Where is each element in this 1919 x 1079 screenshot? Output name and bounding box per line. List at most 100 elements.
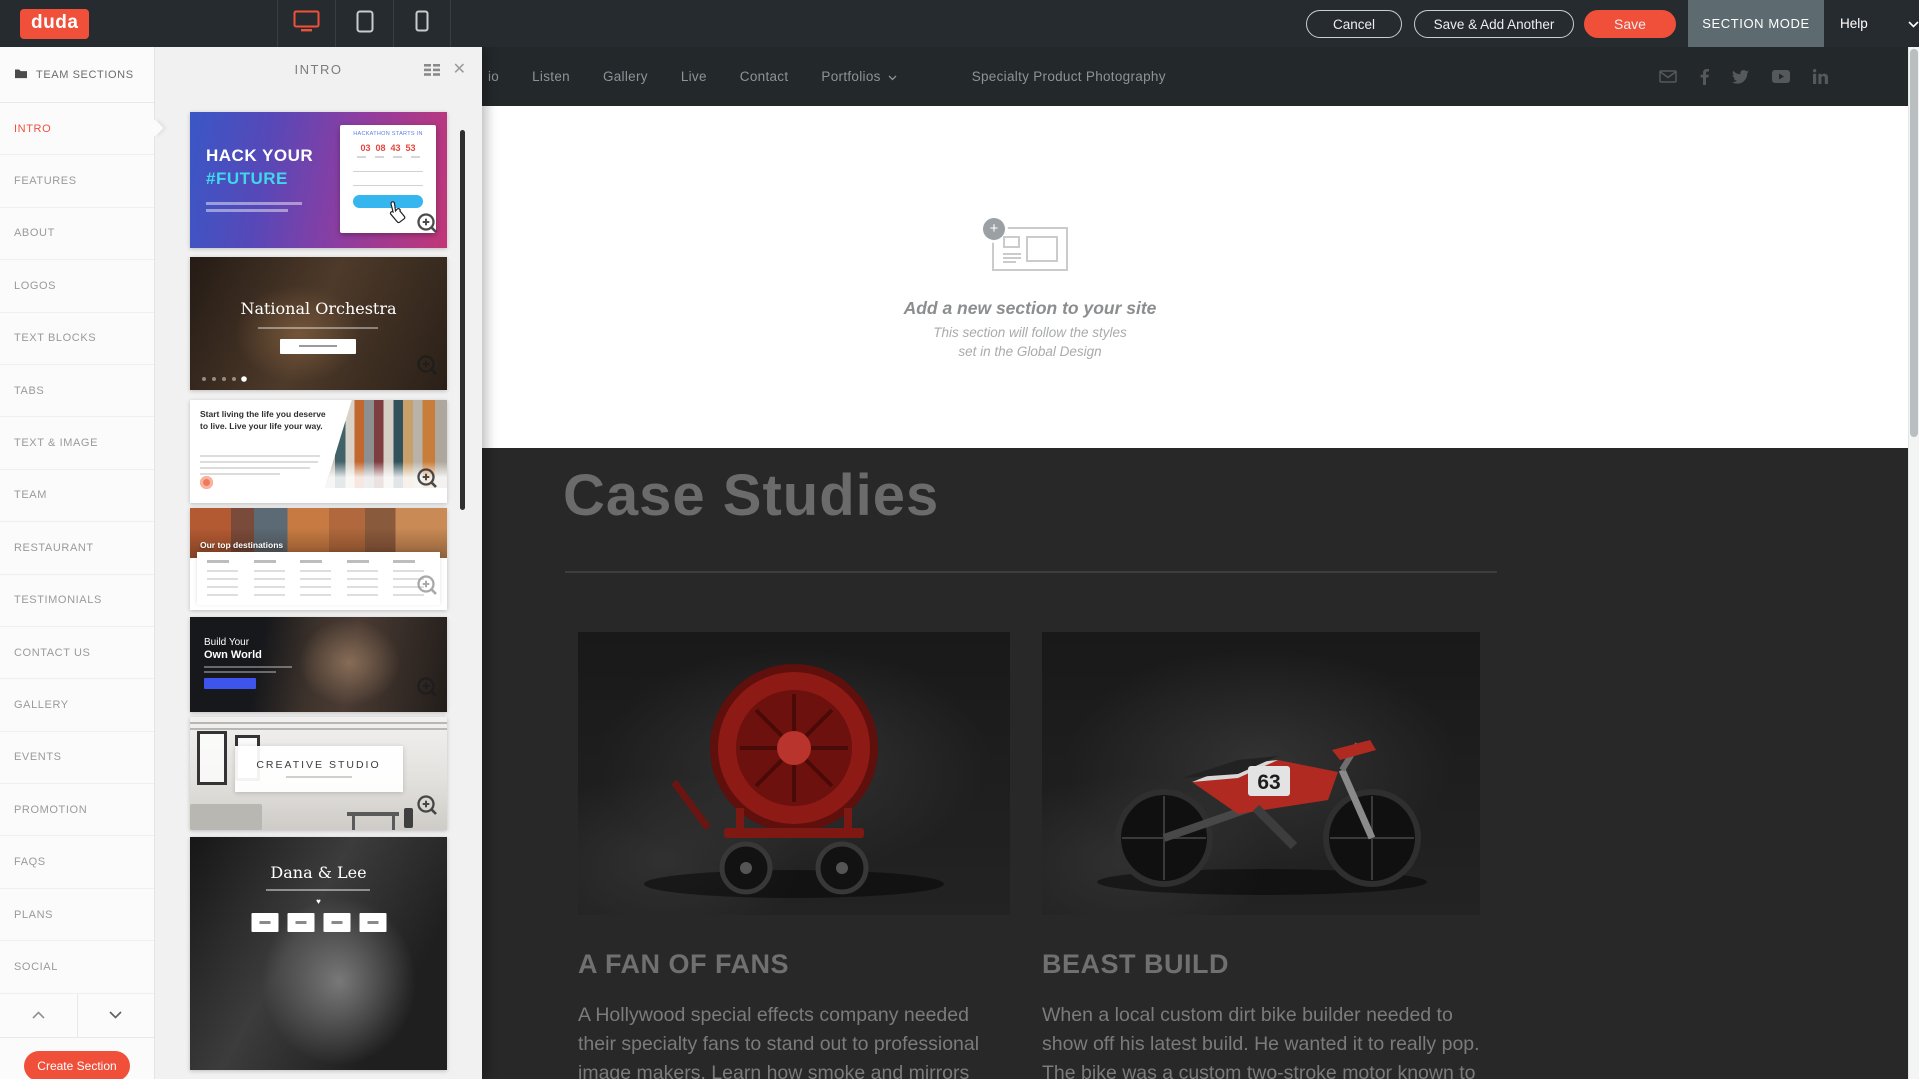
site-nav-item-label: Portfolios <box>821 69 880 84</box>
sidebar-item-features[interactable]: FEATURES <box>0 155 154 207</box>
text-placeholder <box>200 461 318 463</box>
tablet-device-tab[interactable] <box>335 0 393 47</box>
panel-header: INTRO ✕ <box>155 47 482 93</box>
site-nav-bar: io Listen Gallery Live Contact Portfolio… <box>482 47 1908 106</box>
countdown-title: HACKATHON STARTS IN <box>340 131 436 137</box>
device-switcher <box>277 0 451 47</box>
sections-scroll-up-button[interactable] <box>0 994 78 1037</box>
facebook-icon[interactable] <box>1700 69 1709 85</box>
site-nav-item-listen[interactable]: Listen <box>532 69 570 84</box>
twitter-icon[interactable] <box>1732 70 1749 84</box>
decor <box>352 816 355 830</box>
save-add-another-button[interactable]: Save & Add Another <box>1414 10 1574 38</box>
sidebar-item-plans[interactable]: PLANS <box>0 889 154 941</box>
duda-section-editor: duda Cancel Save & Add Another Save SECT… <box>0 0 1919 1079</box>
section-title: Case Studies <box>563 462 939 529</box>
sidebar-item-gallery[interactable]: GALLERY <box>0 679 154 731</box>
template-thumb-national-orchestra[interactable]: National Orchestra <box>190 257 447 390</box>
bike-number: 63 <box>1257 771 1280 794</box>
zoom-preview-icon[interactable] <box>416 574 440 603</box>
site-nav-item-specialty[interactable]: Specialty Product Photography <box>972 69 1166 84</box>
desktop-device-tab[interactable] <box>277 0 335 47</box>
mobile-device-tab[interactable] <box>393 0 451 47</box>
close-panel-icon[interactable]: ✕ <box>453 59 466 79</box>
carousel-dots <box>202 377 246 381</box>
site-nav-item-contact[interactable]: Contact <box>740 69 789 84</box>
create-section-button[interactable]: Create Section <box>24 1051 130 1079</box>
template-thumb-top-destinations[interactable]: Our top destinations <box>190 508 447 610</box>
sidebar-item-label: TESTIMONIALS <box>14 594 102 606</box>
template-thumb-creative-studio[interactable]: CREATIVE STUDIO <box>190 717 447 830</box>
sidebar-item-events[interactable]: EVENTS <box>0 732 154 784</box>
links-table-placeholder <box>197 552 440 605</box>
sidebar-item-social[interactable]: SOCIAL <box>0 941 154 993</box>
site-nav-item-portfolios[interactable]: Portfolios <box>821 69 896 84</box>
sidebar-item-restaurant[interactable]: RESTAURANT <box>0 522 154 574</box>
help-menu[interactable]: Help <box>1840 0 1919 47</box>
page-scrollbar-thumb[interactable] <box>1910 49 1918 437</box>
sidebar-item-promotion[interactable]: PROMOTION <box>0 784 154 836</box>
sidebar-item-intro[interactable]: INTRO <box>0 103 154 155</box>
site-nav-item[interactable]: io <box>488 69 499 84</box>
zoom-preview-icon[interactable] <box>416 467 440 496</box>
sidebar-item-label: LOGOS <box>14 280 56 292</box>
text-placeholder <box>200 473 280 475</box>
page-scrollbar <box>1908 47 1919 1079</box>
section-mode-label: SECTION MODE <box>1688 0 1824 47</box>
list-view-icon[interactable] <box>424 63 440 81</box>
template-thumb-start-living[interactable]: Start living the life you deserve to liv… <box>190 400 447 503</box>
sidebar-item-team[interactable]: TEAM <box>0 470 154 522</box>
sidebar-item-text-image[interactable]: TEXT & IMAGE <box>0 417 154 469</box>
zoom-preview-icon[interactable] <box>416 212 440 241</box>
dirt-bike-image: 63 <box>1042 632 1480 915</box>
sidebar-item-label: RESTAURANT <box>14 542 94 554</box>
sidebar-item-logos[interactable]: LOGOS <box>0 260 154 312</box>
youtube-icon[interactable] <box>1772 70 1790 83</box>
chevron-down-icon <box>888 69 897 84</box>
zoom-preview-icon[interactable] <box>416 354 440 383</box>
template-thumb-build-your-own-world[interactable]: Build Your Own World <box>190 617 447 712</box>
decor <box>190 804 262 830</box>
thumb-title: Dana & Lee <box>190 863 447 882</box>
case-study-card: A FAN OF FANS A Hollywood special effect… <box>578 632 1010 1079</box>
desktop-icon <box>293 10 320 38</box>
linkedin-icon[interactable] <box>1813 69 1828 84</box>
sidebar-item-tabs[interactable]: TABS <box>0 365 154 417</box>
panel-scrollbar[interactable] <box>460 130 465 510</box>
case-study-text: A Hollywood special effects company need… <box>578 1001 1010 1079</box>
sidebar-item-testimonials[interactable]: TESTIMONIALS <box>0 575 154 627</box>
sidebar-header: TEAM SECTIONS <box>0 47 154 103</box>
help-label: Help <box>1840 16 1868 31</box>
fan-cart-image <box>578 632 1010 915</box>
site-nav-item-gallery[interactable]: Gallery <box>603 69 648 84</box>
save-button[interactable]: Save <box>1584 10 1676 38</box>
site-social-links <box>1659 47 1828 106</box>
thumb-title: National Orchestra <box>190 299 447 318</box>
template-thumb-dana-and-lee[interactable]: Dana & Lee ♥ <box>190 837 447 1070</box>
site-nav-item-live[interactable]: Live <box>681 69 707 84</box>
zoom-preview-icon[interactable] <box>416 794 440 823</box>
divider <box>565 571 1497 573</box>
text-placeholder <box>266 889 370 891</box>
input-placeholder <box>353 176 423 186</box>
sidebar-item-label: INTRO <box>14 123 51 135</box>
sidebar-item-faqs[interactable]: FAQS <box>0 836 154 888</box>
email-icon[interactable] <box>1659 70 1677 83</box>
text-placeholder <box>200 467 310 469</box>
countdown-value: 08 <box>375 143 385 153</box>
template-thumb-hack-your-future[interactable]: HACK YOUR #FUTURE HACKATHON STARTS IN 03… <box>190 112 447 248</box>
sidebar-item-label: FAQS <box>14 856 46 868</box>
thumb-title: Our top destinations <box>200 540 283 550</box>
cancel-button[interactable]: Cancel <box>1306 10 1402 38</box>
decor <box>190 728 447 730</box>
sidebar-item-text-blocks[interactable]: TEXT BLOCKS <box>0 313 154 365</box>
text-placeholder <box>206 202 302 205</box>
add-section-dropzone[interactable]: + Add a new section to your site This se… <box>820 227 1240 357</box>
countdown-value: 03 <box>360 143 370 153</box>
sidebar-item-label: PLANS <box>14 909 53 921</box>
sidebar-item-about[interactable]: ABOUT <box>0 208 154 260</box>
zoom-preview-icon[interactable] <box>416 676 440 705</box>
sections-scroll-down-button[interactable] <box>78 994 155 1037</box>
thumb-heading: Build Your <box>204 637 249 648</box>
sidebar-item-contact-us[interactable]: CONTACT US <box>0 627 154 679</box>
